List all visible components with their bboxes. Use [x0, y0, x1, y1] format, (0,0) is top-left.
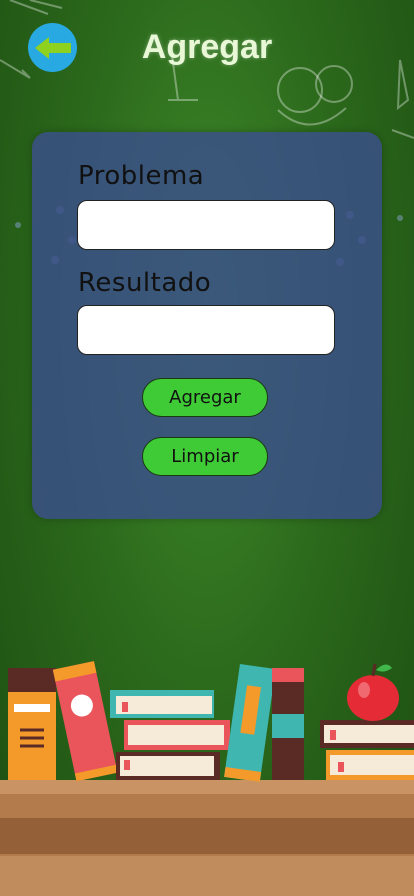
result-input[interactable] — [77, 305, 335, 355]
app-header: Agregar — [0, 0, 414, 100]
clear-button[interactable]: Limpiar — [142, 437, 268, 476]
add-button[interactable]: Agregar — [142, 378, 268, 417]
bookshelf-illustration — [0, 661, 414, 896]
problem-input[interactable] — [77, 200, 335, 250]
page-title: Agregar — [141, 28, 273, 66]
problem-label: Problema — [78, 161, 205, 191]
result-label: Resultado — [78, 268, 212, 298]
